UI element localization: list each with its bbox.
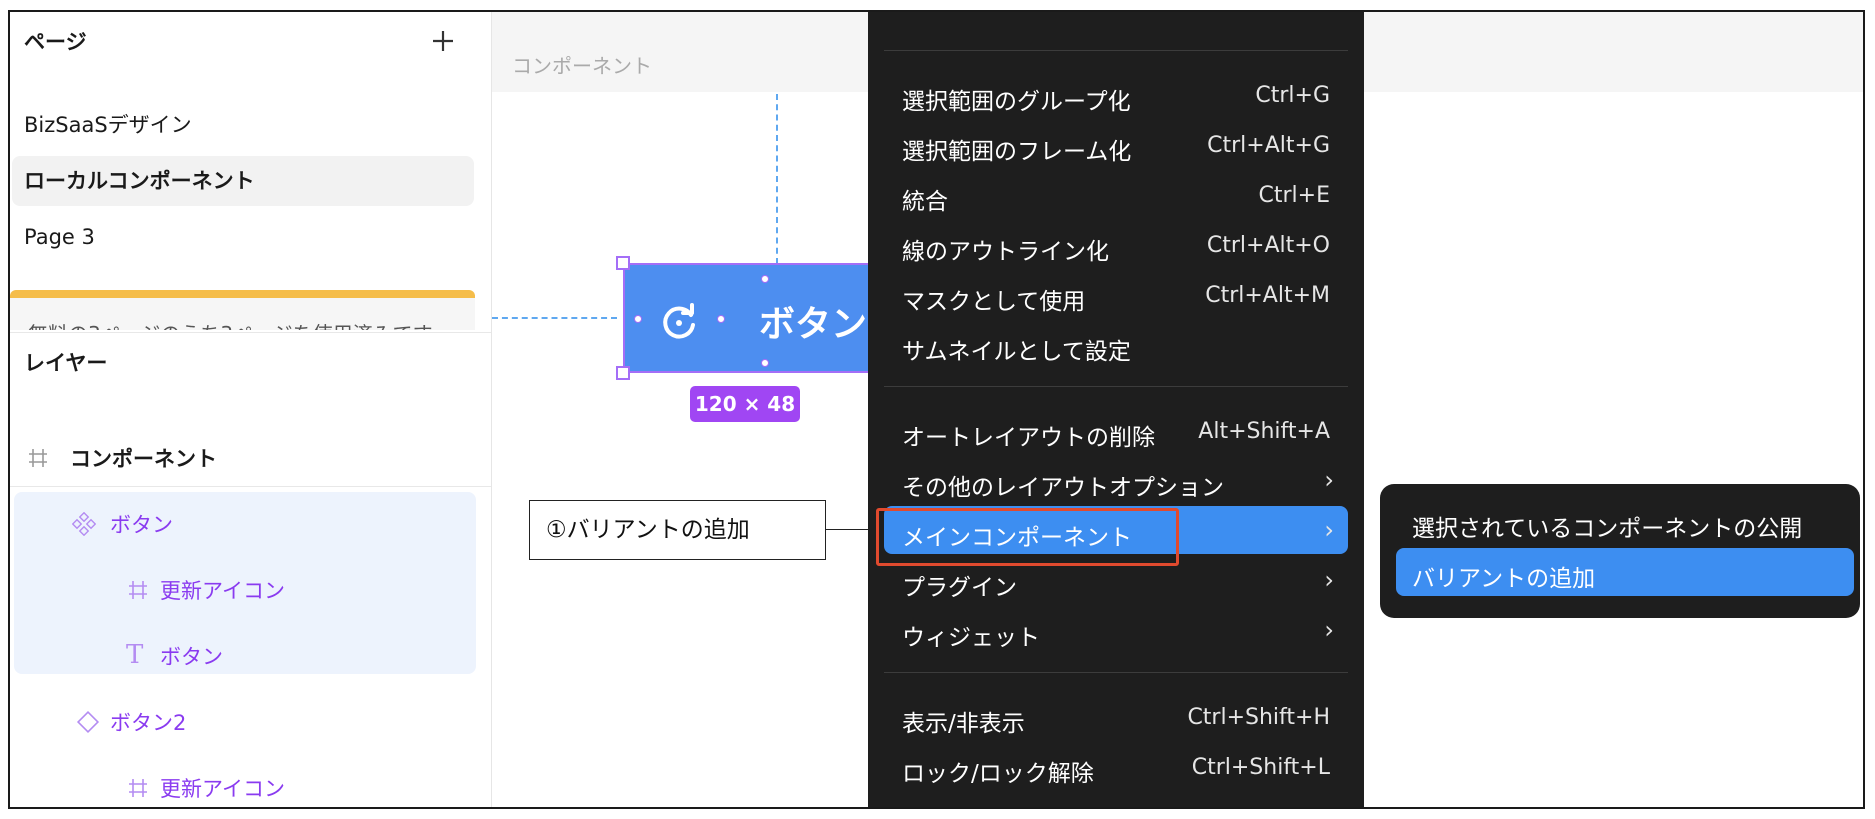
chevron-right-icon: › xyxy=(1324,466,1334,494)
menu-label: ウィジェット xyxy=(902,625,1040,651)
menu-item-group-selection[interactable]: 選択範囲のグループ化 Ctrl+G xyxy=(884,70,1348,118)
menu-separator xyxy=(884,672,1348,673)
menu-shortcut: Alt+Shift+A xyxy=(1198,419,1330,444)
menu-item-outline-stroke[interactable]: 線のアウトライン化 Ctrl+Alt+O xyxy=(884,220,1348,268)
menu-item-frame-selection[interactable]: 選択範囲のフレーム化 Ctrl+Alt+G xyxy=(884,120,1348,168)
button-label: ボタン xyxy=(759,304,868,345)
layer-row-button2[interactable]: ボタン2 xyxy=(14,692,476,752)
main-component-submenu: 選択されているコンポーネントの公開 バリアントの追加 xyxy=(1380,484,1860,618)
submenu-label: バリアントの追加 xyxy=(1412,566,1596,592)
layer-row-component-frame[interactable]: コンポーネント xyxy=(14,428,476,488)
menu-item-widgets[interactable]: ウィジェット › xyxy=(884,606,1348,654)
spacing-handle[interactable] xyxy=(634,315,642,323)
horizontal-guide xyxy=(492,317,617,319)
padding-handle[interactable] xyxy=(761,359,769,367)
menu-label: サムネイルとして設定 xyxy=(902,339,1131,365)
page-item-page3[interactable]: Page 3 xyxy=(12,212,474,262)
annotation-callout: ①バリアントの追加 xyxy=(529,500,826,560)
submenu-item-add-variant[interactable]: バリアントの追加 xyxy=(1396,548,1854,596)
submenu-label: 選択されているコンポーネントの公開 xyxy=(1412,516,1803,542)
menu-label: その他のレイアウトオプション xyxy=(902,475,1224,501)
layer-label: 更新アイコン xyxy=(160,777,285,801)
padding-handle[interactable] xyxy=(761,275,769,283)
chevron-right-icon: › xyxy=(1324,566,1334,594)
menu-item-plugins[interactable]: プラグイン › xyxy=(884,556,1348,604)
menu-shortcut: Ctrl+Alt+M xyxy=(1205,283,1330,308)
layer-row-refresh-icon-2[interactable]: 更新アイコン xyxy=(14,758,476,807)
submenu-item-publish-component[interactable]: 選択されているコンポーネントの公開 xyxy=(1396,498,1854,546)
layer-label: ボタン xyxy=(160,645,223,669)
plus-icon[interactable] xyxy=(428,26,458,56)
page-limit-banner: 無料の3ページのうち3ページを使用済みです xyxy=(10,290,475,330)
chevron-icon: ˅ xyxy=(1343,10,1350,24)
menu-shortcut: Ctrl+G xyxy=(1255,83,1330,108)
component-set-icon xyxy=(72,512,96,536)
menu-item-remove-auto-layout[interactable]: オートレイアウトの削除 Alt+Shift+A xyxy=(884,406,1348,454)
menu-item-union[interactable]: 統合 Ctrl+E xyxy=(884,170,1348,218)
menu-item-use-as-mask[interactable]: マスクとして使用 Ctrl+Alt+M xyxy=(884,270,1348,318)
resize-handle-bottom-left[interactable] xyxy=(616,366,630,380)
layer-label: ボタン2 xyxy=(110,711,187,735)
layer-label: コンポーネント xyxy=(70,447,217,471)
selected-button-component[interactable]: ボタン xyxy=(623,263,873,373)
menu-label: 統合 xyxy=(902,189,948,215)
menu-item-more-layout-options[interactable]: その他のレイアウトオプション › xyxy=(884,456,1348,504)
menu-label: オートレイアウトの削除 xyxy=(902,425,1155,451)
vertical-guide xyxy=(776,94,778,264)
resize-handle-top-left[interactable] xyxy=(616,256,630,270)
menu-shortcut: Ctrl+Shift+H xyxy=(1187,705,1330,730)
menu-label: 表示/非表示 xyxy=(902,711,1025,737)
layer-label: 更新アイコン xyxy=(160,579,285,603)
menu-label: 選択範囲のグループ化 xyxy=(902,89,1131,115)
menu-label: マスクとして使用 xyxy=(902,289,1086,315)
menu-separator xyxy=(884,386,1348,387)
canvas[interactable]: コンポーネント ボタン 120 × 48 ①バリアントの追加 ˅ 選択範囲のグル… xyxy=(492,10,1863,807)
menu-item-set-thumbnail[interactable]: サムネイルとして設定 xyxy=(884,320,1348,368)
frame-label[interactable]: コンポーネント xyxy=(512,50,652,79)
menu-item-lock-unlock[interactable]: ロック/ロック解除 Ctrl+Shift+L xyxy=(884,742,1348,790)
page-item-bizsaas[interactable]: BizSaaSデザイン xyxy=(12,100,474,150)
chevron-right-icon: › xyxy=(1324,516,1334,544)
spacing-handle[interactable] xyxy=(717,315,725,323)
menu-label: プラグイン xyxy=(902,575,1017,601)
layer-row-refresh-icon[interactable]: 更新アイコン xyxy=(14,560,476,620)
text-icon: T xyxy=(126,640,144,670)
frame-icon xyxy=(129,581,147,599)
layer-row-button-set[interactable]: ボタン xyxy=(14,494,476,554)
menu-shortcut: Ctrl+Alt+G xyxy=(1207,133,1330,158)
context-menu: ˅ 選択範囲のグループ化 Ctrl+G 選択範囲のフレーム化 Ctrl+Alt+… xyxy=(868,10,1364,807)
menu-label: 線のアウトライン化 xyxy=(902,239,1109,265)
frame-icon xyxy=(29,449,47,467)
size-badge: 120 × 48 xyxy=(690,386,800,422)
menu-shortcut: Ctrl+E xyxy=(1258,183,1330,208)
left-panel: ページ BizSaaSデザイン ローカルコンポーネント Page 3 無料の3ペ… xyxy=(10,12,492,807)
page-item-local-components[interactable]: ローカルコンポーネント xyxy=(12,156,474,206)
chevron-right-icon: › xyxy=(1324,616,1334,644)
refresh-icon xyxy=(663,303,695,339)
app-window: ページ BizSaaSデザイン ローカルコンポーネント Page 3 無料の3ペ… xyxy=(8,10,1865,809)
frame-icon xyxy=(129,779,147,797)
layers-title: レイヤー xyxy=(24,351,108,375)
component-icon xyxy=(76,710,100,734)
menu-item-show-hide[interactable]: 表示/非表示 Ctrl+Shift+H xyxy=(884,692,1348,740)
menu-label: 選択範囲のフレーム化 xyxy=(902,139,1132,165)
menu-separator xyxy=(884,50,1348,51)
menu-shortcut: Ctrl+Shift+L xyxy=(1191,755,1330,780)
menu-shortcut: Ctrl+Alt+O xyxy=(1206,233,1330,258)
layer-label: ボタン xyxy=(110,513,173,537)
pages-title: ページ xyxy=(24,30,87,54)
layer-row-button-text[interactable]: T ボタン xyxy=(14,626,476,686)
banner-text: 無料の3ページのうち3ページを使用済みです xyxy=(28,318,433,330)
menu-label: ロック/ロック解除 xyxy=(902,761,1094,787)
